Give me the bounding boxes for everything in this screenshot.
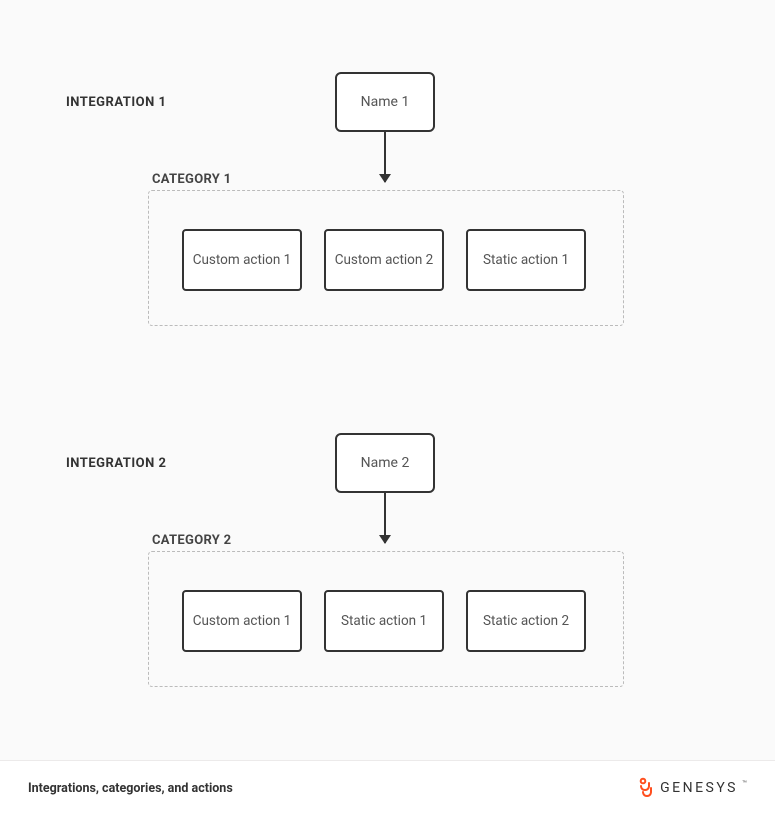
action-box: Static action 1: [466, 229, 586, 291]
category-2-label: CATEGORY 2: [152, 533, 231, 548]
brand-trademark: ™: [742, 779, 747, 788]
arrow-integration-2: [384, 493, 386, 543]
integration-1-label: INTEGRATION 1: [66, 95, 166, 110]
category-2-actions: Custom action 1 Static action 1 Static a…: [182, 590, 586, 652]
category-1-label: CATEGORY 1: [152, 172, 231, 187]
genesys-mark-icon: [638, 777, 654, 799]
integration-2-label: INTEGRATION 2: [66, 456, 166, 471]
integration-1-name-text: Name 1: [361, 94, 410, 110]
brand-logo: GENESYS ™: [638, 777, 747, 799]
footer-bar: Integrations, categories, and actions GE…: [0, 760, 775, 815]
action-box: Static action 2: [466, 590, 586, 652]
action-box: Custom action 1: [182, 229, 302, 291]
category-1-actions: Custom action 1 Custom action 2 Static a…: [182, 229, 586, 291]
footer-caption: Integrations, categories, and actions: [28, 781, 233, 796]
action-box: Custom action 1: [182, 590, 302, 652]
integration-2-name-box: Name 2: [335, 433, 435, 493]
action-label: Custom action 1: [193, 252, 292, 268]
action-box: Custom action 2: [324, 229, 444, 291]
arrow-integration-1: [384, 132, 386, 182]
action-box: Static action 1: [324, 590, 444, 652]
action-label: Static action 2: [483, 613, 569, 629]
action-label: Custom action 2: [335, 252, 434, 268]
integration-2-name-text: Name 2: [361, 455, 410, 471]
action-label: Static action 1: [483, 252, 569, 268]
action-label: Custom action 1: [193, 613, 292, 629]
action-label: Static action 1: [341, 613, 427, 629]
integration-1-name-box: Name 1: [335, 72, 435, 132]
diagram-canvas: INTEGRATION 1 Name 1 CATEGORY 1 Custom a…: [0, 0, 775, 815]
brand-name: GENESYS: [660, 780, 738, 796]
